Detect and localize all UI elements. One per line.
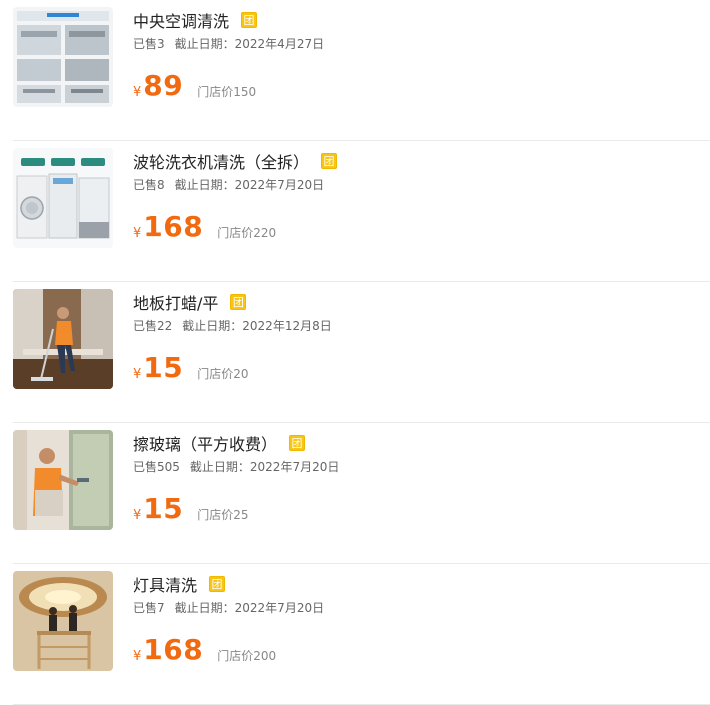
store-price: 门店价25 (197, 508, 249, 522)
chandelier-cleaning-photo[interactable] (13, 571, 113, 671)
sold-count: 已售8 (133, 178, 165, 192)
group-buy-badge: 团 (289, 435, 306, 451)
group-buy-badge: 团 (241, 12, 258, 28)
deal-title[interactable]: 灯具清洗 (133, 572, 197, 596)
sold-count: 已售3 (133, 37, 165, 51)
washing-machines-photo[interactable] (13, 148, 113, 248)
deal-price: 168 (143, 633, 204, 666)
deadline: 截止日期：2022年12月8日 (182, 319, 332, 333)
deal-title[interactable]: 地板打蜡/平 (133, 290, 218, 314)
deal-item-lamp-cleaning[interactable]: 灯具清洗 团 已售7 截止日期：2022年7月20日 ¥ 168 门店价200 (13, 564, 710, 705)
deal-item-central-ac[interactable]: 中央空调清洗 团 已售3 截止日期：2022年4月27日 ¥ 89 门店价150 (13, 0, 710, 141)
currency-symbol: ¥ (133, 367, 142, 382)
store-price: 门店价150 (197, 85, 257, 99)
group-buy-badge: 团 (321, 153, 338, 169)
deadline: 截止日期：2022年7月20日 (174, 601, 325, 615)
central-ac-cleaning-photo[interactable] (13, 7, 113, 107)
store-price: 门店价200 (217, 649, 277, 663)
deal-list: 中央空调清洗 团 已售3 截止日期：2022年4月27日 ¥ 89 门店价150 (0, 0, 710, 705)
sold-count: 已售505 (133, 460, 180, 474)
group-buy-badge: 团 (209, 576, 226, 592)
sold-count: 已售22 (133, 319, 173, 333)
deal-price: 168 (143, 210, 204, 243)
deal-item-floor-wax[interactable]: 地板打蜡/平 团 已售22 截止日期：2022年12月8日 ¥ 15 门店价20 (13, 282, 710, 423)
deal-item-washing-machine[interactable]: 波轮洗衣机清洗（全拆） 团 已售8 截止日期：2022年7月20日 ¥ 168 … (13, 141, 710, 282)
floor-mopping-photo[interactable] (13, 289, 113, 389)
deal-price: 15 (143, 492, 184, 525)
deal-title[interactable]: 波轮洗衣机清洗（全拆） (133, 149, 309, 173)
currency-symbol: ¥ (133, 508, 142, 523)
window-cleaning-photo[interactable] (13, 430, 113, 530)
store-price: 门店价20 (197, 367, 249, 381)
currency-symbol: ¥ (133, 85, 142, 100)
deadline: 截止日期：2022年7月20日 (189, 460, 340, 474)
deal-title[interactable]: 擦玻璃（平方收费） (133, 431, 277, 455)
store-price: 门店价220 (217, 226, 277, 240)
sold-count: 已售7 (133, 601, 165, 615)
deal-price: 15 (143, 351, 184, 384)
deadline: 截止日期：2022年4月27日 (174, 37, 325, 51)
currency-symbol: ¥ (133, 649, 142, 664)
deal-title[interactable]: 中央空调清洗 (133, 8, 229, 32)
currency-symbol: ¥ (133, 226, 142, 241)
deal-item-window-cleaning[interactable]: 擦玻璃（平方收费） 团 已售505 截止日期：2022年7月20日 ¥ 15 门… (13, 423, 710, 564)
deal-price: 89 (143, 69, 184, 102)
deadline: 截止日期：2022年7月20日 (174, 178, 325, 192)
group-buy-badge: 团 (230, 294, 247, 310)
